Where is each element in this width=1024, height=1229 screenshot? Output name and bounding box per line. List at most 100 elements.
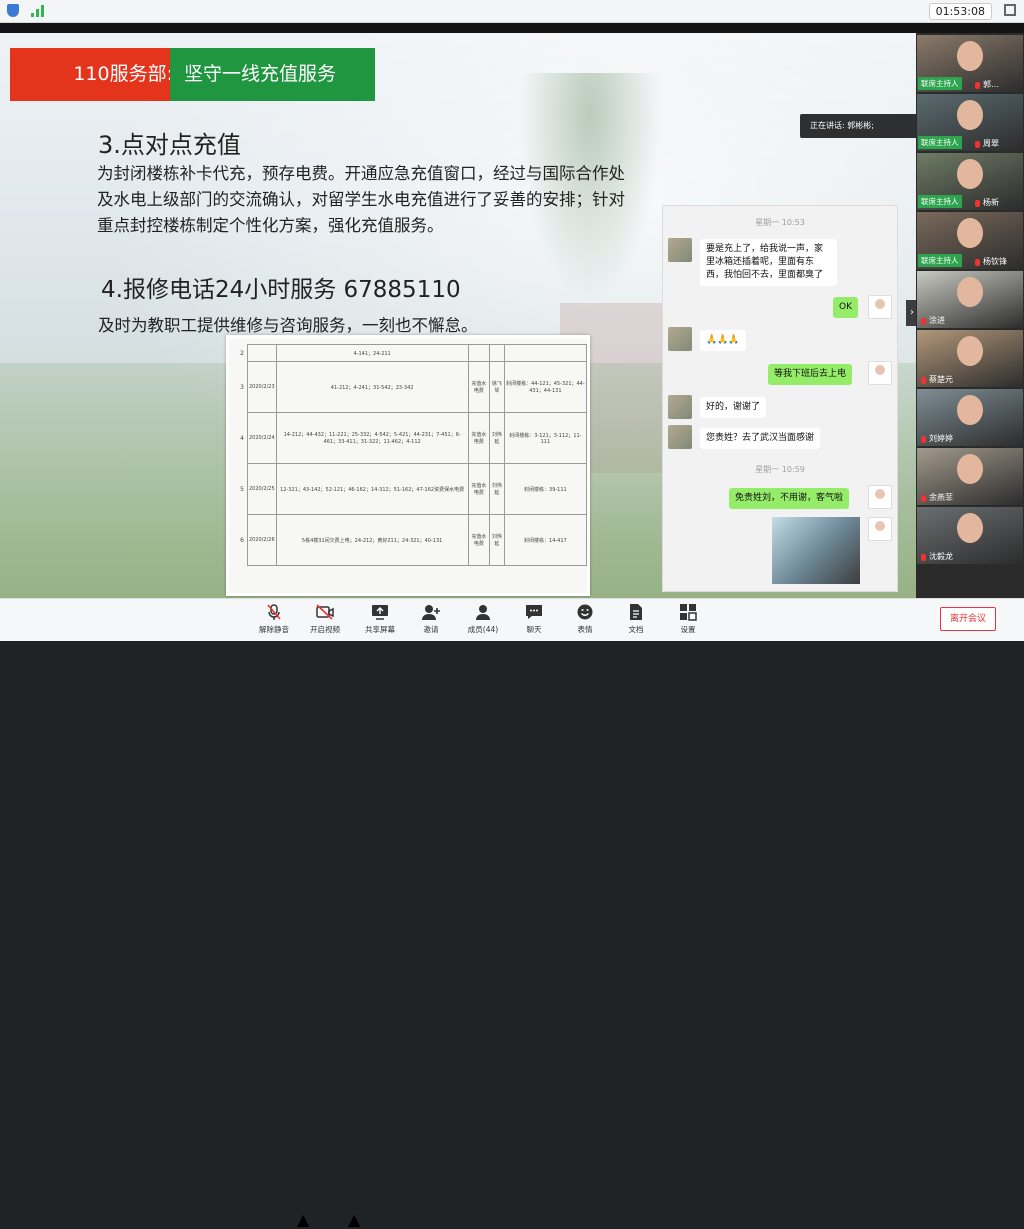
chat-message-left: 要是充上了，给我说一声，家里冰箱还插着呢，里面有东西，我怕回不去，里面都臭了 — [700, 239, 837, 286]
participant-name: 杨钦锋 — [983, 257, 1007, 266]
meeting-toolbar: 解除静音 ▲ 开启视频 ▲ 共享屏幕 邀请 成员(44) 聊天 表情 文档 设置… — [0, 598, 1024, 1229]
share-screen-icon — [370, 603, 390, 621]
mic-muted-icon — [975, 200, 980, 207]
table-row: 5 2020/2/25 12-321；43-142；52-121；46-162；14… — [237, 463, 587, 515]
sender-avatar — [668, 238, 692, 262]
co-host-badge: 联席主持人 — [918, 254, 962, 267]
participant-tile[interactable]: 联席主持人 杨钦锋 — [917, 212, 1023, 269]
table-cell-date — [247, 344, 277, 362]
chat-image-message — [772, 517, 860, 584]
co-host-badge: 联席主持人 — [918, 77, 962, 90]
mic-muted-icon — [975, 82, 980, 89]
reactions-label: 表情 — [577, 625, 593, 634]
members-button[interactable]: 成员(44) — [458, 603, 508, 635]
chat-timestamp: 星期一 10:59 — [755, 465, 805, 474]
slide-title-main: 坚守一线充值服务 — [170, 48, 375, 101]
table-cell-note: 封闭楼栋：14-417 — [503, 514, 587, 566]
participant-tile[interactable]: 联席主持人 郭… — [917, 35, 1023, 92]
table-cell-person: 刘伟延 — [489, 412, 505, 464]
documents-label: 文档 — [628, 625, 644, 634]
table-cell-person: 徐飞琴 — [489, 361, 505, 413]
participant-name: 沈毅龙 — [929, 552, 953, 561]
mic-muted-icon — [921, 377, 926, 384]
video-options-caret[interactable]: ▲ — [348, 1210, 360, 1229]
section-heading-4: 4.报修电话24小时服务 67885110 — [101, 277, 461, 303]
grid-settings-icon — [678, 603, 698, 621]
chat-message-left: 🙏🙏🙏 — [700, 330, 746, 351]
reactions-button[interactable]: 表情 — [560, 603, 610, 635]
participant-name: 刘婷婷 — [929, 434, 953, 443]
sender-avatar — [668, 327, 692, 351]
table-cell-date: 2020/2/24 — [247, 412, 277, 464]
participant-video-feed — [957, 395, 983, 425]
section-text-3: 为封闭楼栋补卡代充，预存电费。开通应急充值窗口，经过与国际合作处及水电上级部门的… — [97, 164, 625, 235]
chat-message-right: 等我下班后去上电 — [768, 364, 853, 385]
table-row: 3 2020/2/23 41-212；4-241；31-542；23-342 充值水电… — [237, 361, 587, 413]
settings-button[interactable]: 设置 — [663, 603, 713, 635]
chat-message-right: OK — [833, 297, 858, 318]
fullscreen-icon[interactable] — [1004, 4, 1016, 16]
table-cell-type: 充值水电费 — [467, 463, 491, 515]
participant-video-list[interactable]: 联席主持人 郭… 联席主持人 周翠 联席主持人 杨新 联席主持人 杨钦锋 涂进 蔡楚元 刘婷婷 余燕菲… — [916, 33, 1024, 598]
table-row: 2 4-141；24-211 — [237, 344, 587, 362]
mic-off-icon — [264, 603, 284, 621]
table-cell-num: 4 — [240, 434, 244, 442]
documents-button[interactable]: 文档 — [611, 603, 661, 635]
participant-tile[interactable]: 沈毅龙 — [917, 507, 1023, 564]
participant-video-feed — [957, 454, 983, 484]
participant-tile[interactable]: 联席主持人 杨新 — [917, 153, 1023, 210]
staff-avatar — [868, 485, 892, 509]
mic-muted-icon — [921, 436, 926, 443]
participant-tile[interactable]: 涂进 — [917, 271, 1023, 328]
table-cell-type: 充值水电费 — [467, 361, 491, 413]
add-person-icon — [421, 603, 441, 621]
participant-name: 涂进 — [929, 316, 945, 325]
mic-muted-icon — [921, 318, 926, 325]
chat-screenshot: 星期一 10:53 要是充上了，给我说一声，家里冰箱还插着呢，里面有东西，我怕回… — [662, 205, 898, 592]
participant-tile[interactable]: 联席主持人 周翠 — [917, 94, 1023, 151]
start-video-label: 开启视频 — [310, 625, 340, 634]
invite-button[interactable]: 邀请 — [406, 603, 456, 635]
chat-message-left: 您贵姓？去了武汉当面感谢 — [700, 428, 821, 449]
participant-video-feed — [957, 159, 983, 189]
participant-tile[interactable]: 余燕菲 — [917, 448, 1023, 505]
table-cell-num: 3 — [240, 383, 244, 391]
participant-tile[interactable]: 蔡楚元 — [917, 330, 1023, 387]
participant-tile[interactable]: 刘婷婷 — [917, 389, 1023, 446]
table-cell-num: 2 — [240, 349, 244, 357]
settings-label: 设置 — [680, 625, 696, 634]
leave-meeting-button[interactable]: 离开会议 — [940, 607, 996, 631]
audio-options-caret[interactable]: ▲ — [297, 1210, 309, 1229]
table-cell-person: 刘伟延 — [489, 514, 505, 566]
mic-muted-icon — [921, 554, 926, 561]
table-cell-date: 2020/2/26 — [247, 514, 277, 566]
staff-avatar — [868, 295, 892, 319]
start-video-button[interactable]: 开启视频 — [300, 603, 350, 635]
document-icon — [626, 603, 646, 621]
participant-video-feed — [957, 513, 983, 543]
mic-muted-icon — [975, 259, 980, 266]
chat-message-left: 好的，谢谢了 — [700, 397, 767, 418]
meeting-timer: 01:53:08 — [928, 3, 992, 20]
chat-timestamp: 星期一 10:53 — [755, 218, 805, 227]
table-cell-person — [489, 344, 505, 362]
table-cell-type — [467, 344, 491, 362]
sender-avatar — [668, 395, 692, 419]
co-host-badge: 联席主持人 — [918, 195, 962, 208]
participant-video-feed — [957, 100, 983, 130]
table-cell-note: 封闭楼栋：3-121；3-112；11-111 — [503, 412, 587, 464]
share-screen-button[interactable]: 共享屏幕 — [355, 603, 405, 635]
table-cell-rooms: 4-141；24-211 — [275, 344, 469, 362]
table-cell-note — [503, 344, 587, 362]
members-icon — [473, 603, 493, 621]
invite-label: 邀请 — [423, 625, 439, 634]
unmute-button[interactable]: 解除静音 — [249, 603, 299, 635]
slide-title-department: 110服务部: — [10, 48, 173, 101]
mic-muted-icon — [975, 141, 980, 148]
chat-button[interactable]: 聊天 — [509, 603, 559, 635]
sender-avatar — [668, 425, 692, 449]
chat-label: 聊天 — [526, 625, 542, 634]
shield-icon — [7, 4, 19, 17]
table-cell-date: 2020/2/25 — [247, 463, 277, 515]
participant-name: 周翠 — [983, 139, 999, 148]
